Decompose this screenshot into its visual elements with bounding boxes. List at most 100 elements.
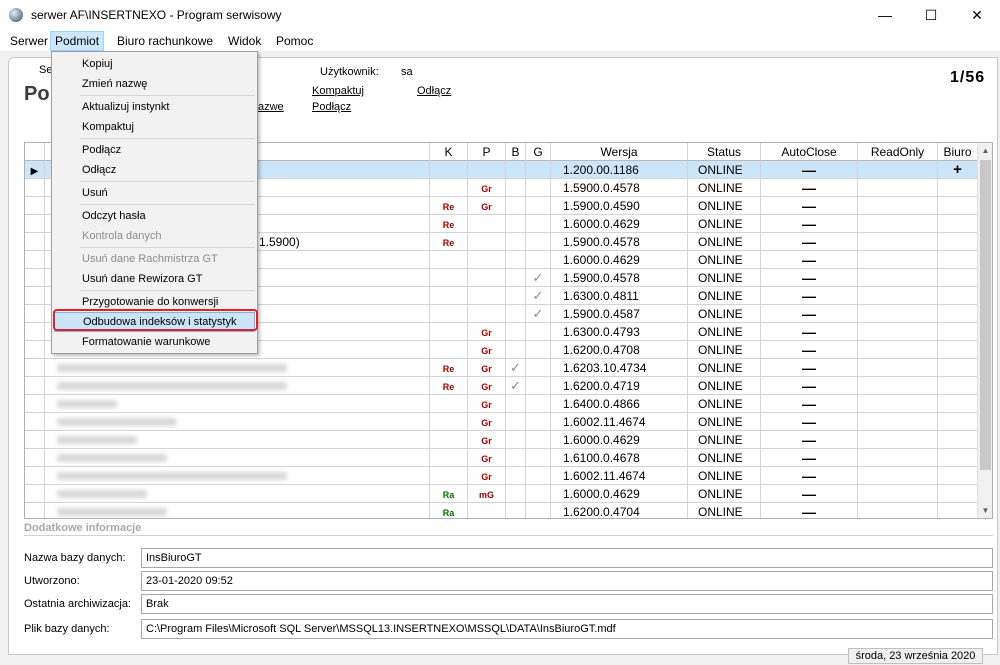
cell-readonly[interactable] bbox=[858, 377, 938, 395]
cell-g[interactable] bbox=[526, 485, 551, 503]
cell-k[interactable]: Re bbox=[430, 377, 468, 395]
cell-g[interactable] bbox=[526, 395, 551, 413]
cell-k[interactable] bbox=[430, 341, 468, 359]
cell-biuro[interactable] bbox=[938, 413, 978, 431]
cell-autoclose[interactable]: — bbox=[761, 197, 858, 215]
cell-readonly[interactable] bbox=[858, 341, 938, 359]
menu-kopiuj[interactable]: Kopiuj bbox=[54, 54, 255, 74]
cell-b[interactable] bbox=[506, 287, 526, 305]
cell-b[interactable] bbox=[506, 449, 526, 467]
scroll-thumb[interactable] bbox=[980, 160, 991, 470]
cell-autoclose[interactable]: — bbox=[761, 233, 858, 251]
cell-readonly[interactable] bbox=[858, 161, 938, 179]
minimize-button[interactable]: — bbox=[862, 0, 908, 31]
cell-readonly[interactable] bbox=[858, 431, 938, 449]
maximize-button[interactable]: ☐ bbox=[908, 0, 954, 31]
cell-readonly[interactable] bbox=[858, 413, 938, 431]
cell-status[interactable]: ONLINE bbox=[688, 503, 761, 518]
cell-b[interactable] bbox=[506, 161, 526, 179]
cell-g[interactable] bbox=[526, 503, 551, 518]
cell-g[interactable] bbox=[526, 161, 551, 179]
cell-b[interactable] bbox=[506, 215, 526, 233]
menu-zmien-nazwe[interactable]: Zmień nazwę bbox=[54, 74, 255, 94]
cell-autoclose[interactable]: — bbox=[761, 431, 858, 449]
header-status[interactable]: Status bbox=[688, 143, 761, 161]
cell-name[interactable] bbox=[45, 377, 430, 395]
cell-name[interactable] bbox=[45, 431, 430, 449]
cell-name[interactable] bbox=[45, 395, 430, 413]
cell-k[interactable]: Re bbox=[430, 215, 468, 233]
cell-status[interactable]: ONLINE bbox=[688, 323, 761, 341]
cell-p[interactable]: Gr bbox=[468, 395, 506, 413]
header-g[interactable]: G bbox=[526, 143, 551, 161]
cell-g[interactable] bbox=[526, 341, 551, 359]
cell-g[interactable]: ✓ bbox=[526, 269, 551, 287]
cell-p[interactable] bbox=[468, 251, 506, 269]
cell-autoclose[interactable]: — bbox=[761, 503, 858, 518]
cell-k[interactable] bbox=[430, 467, 468, 485]
cell-b[interactable] bbox=[506, 251, 526, 269]
table-row[interactable]: Re Gr ✓ 1.6200.0.4719 ONLINE — bbox=[25, 377, 978, 395]
cell-version[interactable]: 1.200.00.1186 bbox=[551, 161, 688, 179]
cell-autoclose[interactable]: — bbox=[761, 413, 858, 431]
cell-version[interactable]: 1.6000.0.4629 bbox=[551, 485, 688, 503]
cell-p[interactable] bbox=[468, 161, 506, 179]
cell-name[interactable] bbox=[45, 413, 430, 431]
cell-b[interactable] bbox=[506, 305, 526, 323]
cell-readonly[interactable] bbox=[858, 197, 938, 215]
cell-status[interactable]: ONLINE bbox=[688, 215, 761, 233]
cell-status[interactable]: ONLINE bbox=[688, 467, 761, 485]
cell-autoclose[interactable]: — bbox=[761, 251, 858, 269]
cell-name[interactable] bbox=[45, 359, 430, 377]
cell-readonly[interactable] bbox=[858, 449, 938, 467]
close-button[interactable]: ✕ bbox=[954, 0, 1000, 31]
cell-g[interactable] bbox=[526, 449, 551, 467]
cell-version[interactable]: 1.5900.0.4587 bbox=[551, 305, 688, 323]
cell-version[interactable]: 1.6300.0.4811 bbox=[551, 287, 688, 305]
cell-b[interactable] bbox=[506, 197, 526, 215]
cell-p[interactable]: mG bbox=[468, 485, 506, 503]
menu-kompaktuj[interactable]: Kompaktuj bbox=[54, 117, 255, 137]
cell-k[interactable]: Re bbox=[430, 233, 468, 251]
cell-name[interactable] bbox=[45, 449, 430, 467]
cell-autoclose[interactable]: — bbox=[761, 395, 858, 413]
cell-version[interactable]: 1.6000.0.4629 bbox=[551, 251, 688, 269]
link-odlacz[interactable]: Odłącz bbox=[417, 85, 451, 97]
link-zmien-nazwe-fragment[interactable]: azwe bbox=[258, 101, 284, 113]
cell-version[interactable]: 1.6002.11.4674 bbox=[551, 467, 688, 485]
scroll-up-arrow-icon[interactable]: ▲ bbox=[978, 143, 993, 158]
cell-k[interactable] bbox=[430, 305, 468, 323]
cell-k[interactable] bbox=[430, 413, 468, 431]
menu-podmiot[interactable]: Podmiot bbox=[50, 31, 105, 51]
cell-p[interactable] bbox=[468, 233, 506, 251]
cell-k[interactable] bbox=[430, 287, 468, 305]
cell-autoclose[interactable]: — bbox=[761, 215, 858, 233]
cell-readonly[interactable] bbox=[858, 305, 938, 323]
cell-version[interactable]: 1.6000.0.4629 bbox=[551, 215, 688, 233]
cell-b[interactable] bbox=[506, 269, 526, 287]
cell-k[interactable] bbox=[430, 179, 468, 197]
cell-g[interactable] bbox=[526, 431, 551, 449]
cell-status[interactable]: ONLINE bbox=[688, 431, 761, 449]
cell-p[interactable] bbox=[468, 215, 506, 233]
cell-p[interactable]: Gr bbox=[468, 359, 506, 377]
cell-autoclose[interactable]: — bbox=[761, 377, 858, 395]
cell-b[interactable]: ✓ bbox=[506, 377, 526, 395]
menu-aktualizuj-instynkt[interactable]: Aktualizuj instynkt bbox=[54, 97, 255, 117]
cell-version[interactable]: 1.6000.0.4629 bbox=[551, 431, 688, 449]
cell-status[interactable]: ONLINE bbox=[688, 485, 761, 503]
cell-biuro[interactable] bbox=[938, 341, 978, 359]
cell-status[interactable]: ONLINE bbox=[688, 179, 761, 197]
cell-biuro[interactable] bbox=[938, 269, 978, 287]
cell-readonly[interactable] bbox=[858, 287, 938, 305]
cell-readonly[interactable] bbox=[858, 503, 938, 518]
cell-g[interactable] bbox=[526, 467, 551, 485]
cell-autoclose[interactable]: — bbox=[761, 179, 858, 197]
menu-podlacz[interactable]: Podłącz bbox=[54, 140, 255, 160]
menu-usun[interactable]: Usuń bbox=[54, 183, 255, 203]
table-row[interactable]: Gr 1.6000.0.4629 ONLINE — bbox=[25, 431, 978, 449]
cell-readonly[interactable] bbox=[858, 395, 938, 413]
cell-p[interactable]: Gr bbox=[468, 431, 506, 449]
cell-version[interactable]: 1.6100.0.4678 bbox=[551, 449, 688, 467]
cell-k[interactable] bbox=[430, 251, 468, 269]
